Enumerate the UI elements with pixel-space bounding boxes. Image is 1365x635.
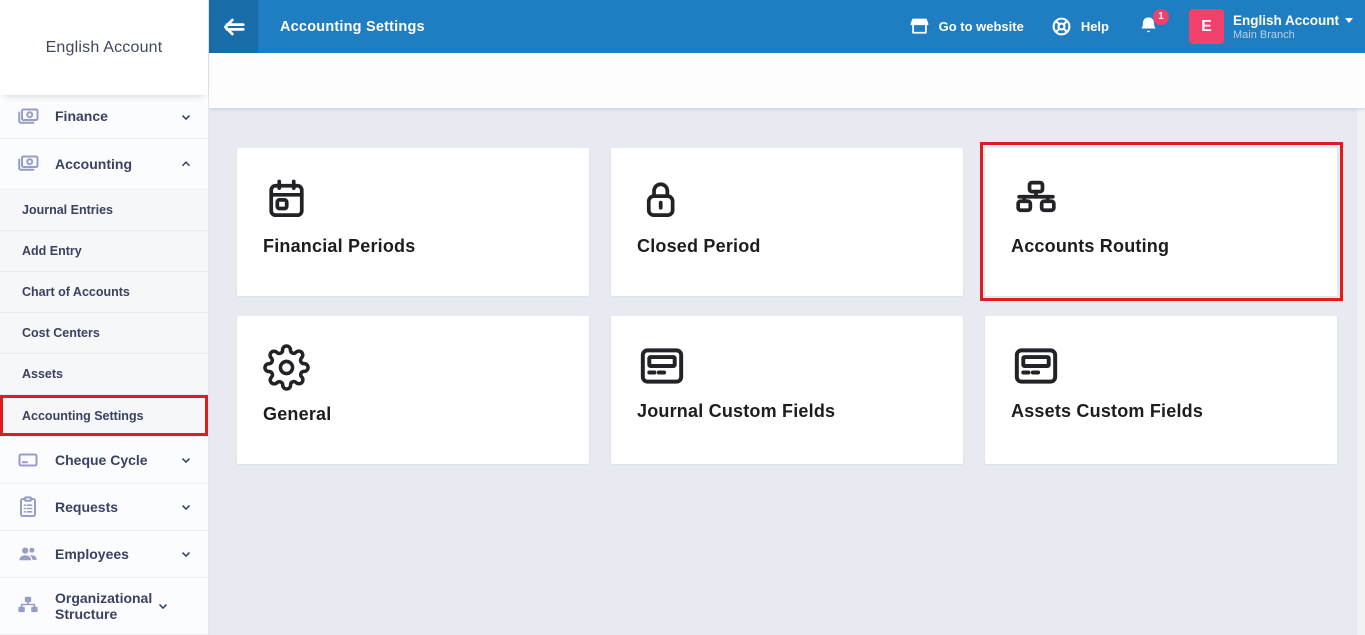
account-name-block: English Account Main Branch xyxy=(1233,13,1353,41)
sidebar-subitem-label: Chart of Accounts xyxy=(22,285,130,299)
settings-content: Financial Periods Closed Period xyxy=(209,108,1365,635)
calendar-icon xyxy=(263,176,589,223)
account-menu-button[interactable]: E English Account Main Branch xyxy=(1189,9,1353,44)
chevron-down-icon xyxy=(178,452,194,468)
sidebar-item-employees[interactable]: Employees xyxy=(0,531,208,578)
subheader-strip xyxy=(209,53,1365,108)
custom-fields-icon xyxy=(637,344,963,388)
sidebar-menu: Finance Accounting xyxy=(0,95,208,635)
chevron-up-icon xyxy=(178,156,194,172)
card-title: Financial Periods xyxy=(263,236,589,257)
scrollbar-track[interactable] xyxy=(1357,108,1365,635)
go-to-website-button[interactable]: Go to website xyxy=(909,16,1024,37)
sidebar-item-label: Requests xyxy=(55,499,178,515)
card-general[interactable]: General xyxy=(237,316,589,464)
sidebar-item-chart-of-accounts[interactable]: Chart of Accounts xyxy=(0,272,208,313)
sidebar-item-label: Accounting xyxy=(55,156,178,172)
collapse-sidebar-button[interactable] xyxy=(209,0,258,53)
sidebar-item-label: Cheque Cycle xyxy=(55,452,178,468)
avatar: E xyxy=(1189,9,1224,44)
sidebar-item-cheque-cycle[interactable]: Cheque Cycle xyxy=(0,437,208,484)
sidebar-item-cost-centers[interactable]: Cost Centers xyxy=(0,313,208,354)
banknote-icon xyxy=(15,104,41,130)
double-left-arrow-icon xyxy=(221,14,247,40)
storefront-icon xyxy=(909,16,930,37)
sidebar-item-label: Employees xyxy=(55,546,178,562)
page-title: Accounting Settings xyxy=(280,19,425,35)
topbar: Accounting Settings Go to website xyxy=(209,0,1365,53)
topbar-actions: Go to website Help xyxy=(909,9,1365,44)
custom-fields-icon xyxy=(1011,344,1337,388)
gear-icon xyxy=(263,344,589,391)
sidebar-subitem-label: Assets xyxy=(22,367,63,381)
card-closed-period[interactable]: Closed Period xyxy=(611,148,963,296)
life-buoy-icon xyxy=(1051,16,1072,37)
settings-card-grid: Financial Periods Closed Period xyxy=(237,148,1337,464)
network-hierarchy-icon xyxy=(1011,176,1337,223)
chevron-down-icon xyxy=(178,109,194,125)
card-title: General xyxy=(263,404,589,425)
sidebar-subitem-label: Add Entry xyxy=(22,244,82,258)
sidebar-item-journal-entries[interactable]: Journal Entries xyxy=(0,190,208,231)
sidebar-item-finance[interactable]: Finance xyxy=(0,95,208,139)
chevron-down-icon xyxy=(155,598,171,614)
sidebar-item-requests[interactable]: Requests xyxy=(0,484,208,531)
card-assets-custom-fields[interactable]: Assets Custom Fields xyxy=(985,316,1337,464)
card-title: Assets Custom Fields xyxy=(1011,401,1337,422)
org-chart-icon xyxy=(15,593,41,619)
help-label: Help xyxy=(1081,19,1109,34)
sidebar-account-header: English Account xyxy=(0,0,208,95)
notifications-button[interactable]: 1 xyxy=(1136,14,1162,40)
sidebar-item-accounting[interactable]: Accounting xyxy=(0,139,208,190)
card-title: Accounts Routing xyxy=(1011,236,1337,257)
sidebar-item-label: Finance xyxy=(55,108,178,124)
lock-icon xyxy=(637,176,963,223)
cheque-icon xyxy=(15,447,41,473)
sidebar-subitem-label: Cost Centers xyxy=(22,326,100,340)
clipboard-icon xyxy=(15,494,41,520)
sidebar-item-label: Organizational Structure xyxy=(55,590,155,622)
accounting-submenu: Journal Entries Add Entry Chart of Accou… xyxy=(0,190,208,437)
sidebar: English Account Finance xyxy=(0,0,209,635)
banknote-icon xyxy=(15,151,41,177)
card-accounts-routing[interactable]: Accounts Routing xyxy=(985,148,1337,296)
card-journal-custom-fields[interactable]: Journal Custom Fields xyxy=(611,316,963,464)
app-root: English Account Finance xyxy=(0,0,1365,635)
sidebar-item-organizational-structure[interactable]: Organizational Structure xyxy=(0,578,208,635)
sidebar-item-add-entry[interactable]: Add Entry xyxy=(0,231,208,272)
card-title: Journal Custom Fields xyxy=(637,401,963,422)
sidebar-item-assets[interactable]: Assets xyxy=(0,354,208,395)
branch-name: Main Branch xyxy=(1233,29,1353,41)
card-title: Closed Period xyxy=(637,236,963,257)
caret-down-icon xyxy=(1345,18,1353,23)
chevron-down-icon xyxy=(178,546,194,562)
sidebar-subitem-label: Accounting Settings xyxy=(22,409,144,423)
account-name: English Account xyxy=(1233,13,1339,28)
people-icon xyxy=(15,541,41,567)
sidebar-subitem-label: Journal Entries xyxy=(22,203,113,217)
card-financial-periods[interactable]: Financial Periods xyxy=(237,148,589,296)
go-to-website-label: Go to website xyxy=(939,19,1024,34)
sidebar-item-accounting-settings[interactable]: Accounting Settings xyxy=(0,395,208,437)
account-title: English Account xyxy=(46,39,163,57)
help-button[interactable]: Help xyxy=(1051,16,1109,37)
notification-badge: 1 xyxy=(1153,9,1169,25)
chevron-down-icon xyxy=(178,499,194,515)
